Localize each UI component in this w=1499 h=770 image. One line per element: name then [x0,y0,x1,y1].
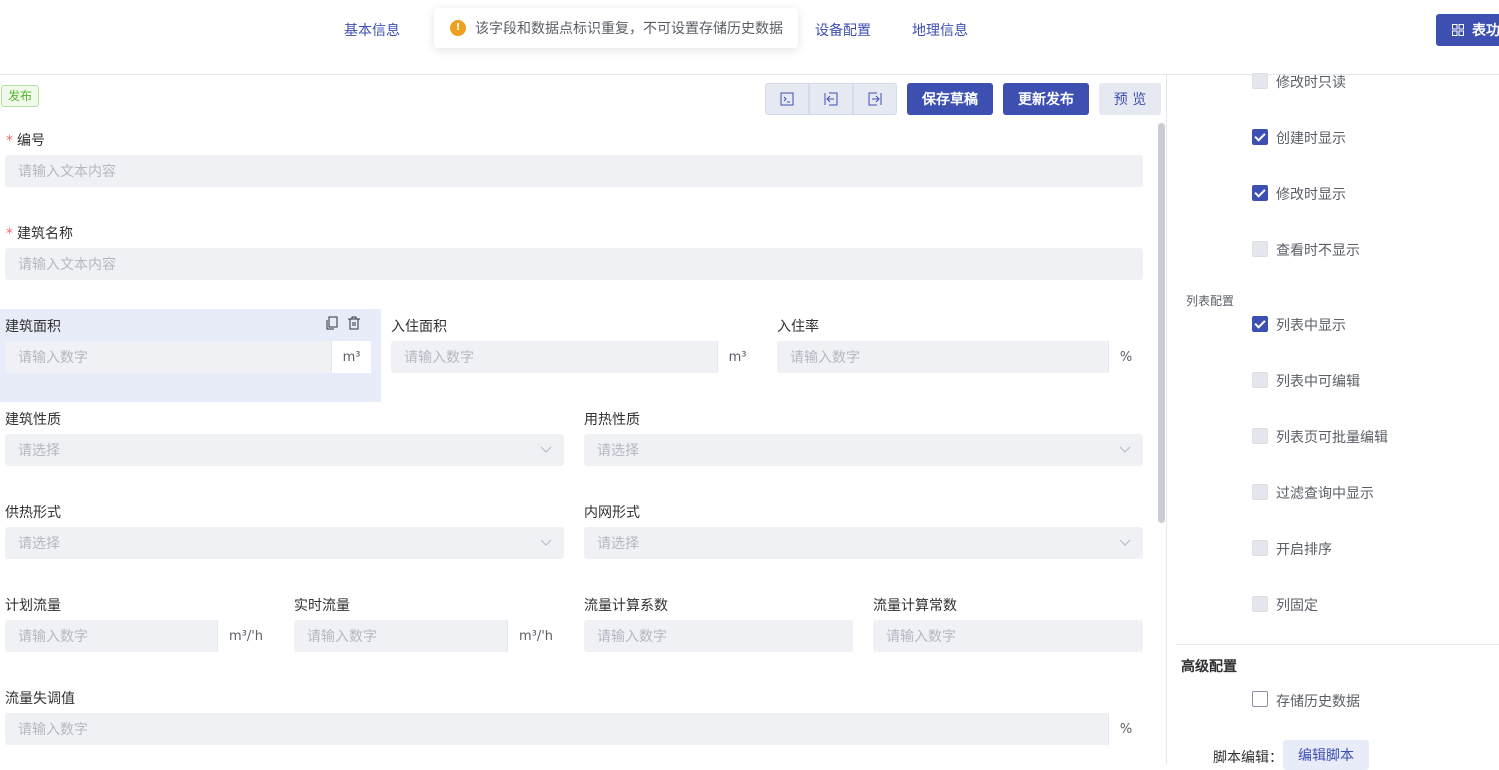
scrollbar[interactable] [1158,123,1165,523]
chevron-down-icon [540,539,552,546]
checkbox-label: 修改时显示 [1276,187,1346,203]
chevron-down-icon [1119,446,1131,453]
field-label-building-name: * 建筑名称 [6,226,73,242]
export-icon [868,92,882,106]
checkbox-show-on-create[interactable] [1252,129,1268,145]
building-nature-select[interactable]: 请选择 [5,434,564,466]
field-label-occupied-area: 入住面积 [391,319,447,335]
field-label-heating-form: 供热形式 [5,505,61,521]
checkbox-label: 查看时不显示 [1276,243,1360,259]
checkbox-label: 列表中显示 [1276,318,1346,334]
list-config-heading: 列表配置 [1186,294,1235,308]
tab-device-config[interactable]: 设备配置 [815,20,871,40]
checkbox-label: 开启排序 [1276,542,1332,558]
flow-imbalance-input[interactable]: 请输入数字 % [5,713,1143,745]
chevron-down-icon [1119,539,1131,546]
building-name-input[interactable]: 请输入文本内容 [5,248,1143,280]
checkbox-label: 列固定 [1276,598,1318,614]
status-badge: 发布 [1,85,40,107]
network-form-select[interactable]: 请选择 [584,527,1143,559]
table-function-label: 表功 [1472,23,1499,39]
checkbox-label: 修改时只读 [1276,75,1346,91]
field-label-heat-nature: 用热性质 [584,412,640,428]
field-label-flow-const: 流量计算常数 [873,598,957,614]
checkbox-show-in-list[interactable] [1252,316,1268,332]
advanced-config-heading: 高级配置 [1181,659,1237,675]
unit-label: % [1108,713,1143,745]
checkbox-store-history[interactable] [1252,691,1268,707]
field-label-flow-imbalance: 流量失调值 [5,691,75,707]
checkbox-show-in-filter[interactable] [1252,484,1268,500]
delete-icon[interactable] [347,316,361,330]
field-label-flow-coef: 流量计算系数 [584,598,668,614]
panel-divider [1166,75,1167,764]
field-label-code: * 编号 [6,133,45,149]
unit-label: m³ [331,341,371,373]
checkbox-fixed-column[interactable] [1252,596,1268,612]
code-input[interactable]: 请输入文本内容 [5,155,1143,187]
building-area-input[interactable]: 请输入数字 m³ [5,341,371,373]
chevron-down-icon [540,446,552,453]
checkbox-batch-edit[interactable] [1252,428,1268,444]
checkbox-label: 列表页可批量编辑 [1276,430,1388,446]
unit-label: m³/'h [217,620,274,652]
field-label-building-nature: 建筑性质 [5,412,61,428]
heat-nature-select[interactable]: 请选择 [584,434,1143,466]
field-label-occupancy-rate: 入住率 [777,319,819,335]
unit-label: m³ [717,341,757,373]
script-edit-label: 脚本编辑： [1213,750,1283,766]
preview-button[interactable]: 预 览 [1099,83,1161,115]
update-publish-button[interactable]: 更新发布 [1003,83,1089,115]
checkbox-label: 存储历史数据 [1276,694,1360,710]
field-label-building-area: 建筑面积 [5,319,61,335]
realtime-flow-input[interactable]: 请输入数字 m³/'h [294,620,564,652]
export-button[interactable] [853,83,897,115]
occupied-area-input[interactable]: 请输入数字 m³ [391,341,757,373]
table-function-button[interactable]: 表功 [1436,14,1499,46]
top-nav: 基本信息 设备配置 地理信息 ! 该字段和数据点标识重复，不可设置存储历史数据 … [0,0,1499,75]
grid-icon [1452,24,1464,36]
unit-label: m³/'h [507,620,564,652]
planned-flow-input[interactable]: 请输入数字 m³/'h [5,620,274,652]
edit-script-button[interactable]: 编辑脚本 [1283,740,1369,770]
warning-icon: ! [450,20,466,36]
tab-geo-info[interactable]: 地理信息 [912,20,968,40]
section-divider [1176,644,1499,645]
copy-icon[interactable] [325,316,339,330]
terminal-button[interactable] [765,83,809,115]
tab-basic-info[interactable]: 基本信息 [344,20,400,40]
checkbox-label: 列表中可编辑 [1276,374,1360,390]
checkbox-enable-sort[interactable] [1252,540,1268,556]
field-label-planned-flow: 计划流量 [5,598,61,614]
unit-label: % [1108,341,1143,373]
checkbox-hide-on-view[interactable] [1252,241,1268,257]
checkbox-editable-in-list[interactable] [1252,372,1268,388]
import-button[interactable] [809,83,853,115]
terminal-icon [780,92,794,106]
checkbox-show-on-edit[interactable] [1252,185,1268,201]
checkbox-label: 过滤查询中显示 [1276,486,1374,502]
heating-form-select[interactable]: 请选择 [5,527,564,559]
flow-coef-input[interactable]: 请输入数字 [584,620,853,652]
save-draft-button[interactable]: 保存草稿 [907,83,993,115]
occupancy-rate-input[interactable]: 请输入数字 % [777,341,1143,373]
flow-const-input[interactable]: 请输入数字 [873,620,1143,652]
field-label-network-form: 内网形式 [584,505,640,521]
field-label-realtime-flow: 实时流量 [294,598,350,614]
checkbox-readonly-on-edit[interactable] [1252,73,1268,89]
toast-message: 该字段和数据点标识重复，不可设置存储历史数据 [475,21,783,37]
import-icon [824,92,838,106]
warning-toast: ! 该字段和数据点标识重复，不可设置存储历史数据 [434,8,798,48]
checkbox-label: 创建时显示 [1276,131,1346,147]
